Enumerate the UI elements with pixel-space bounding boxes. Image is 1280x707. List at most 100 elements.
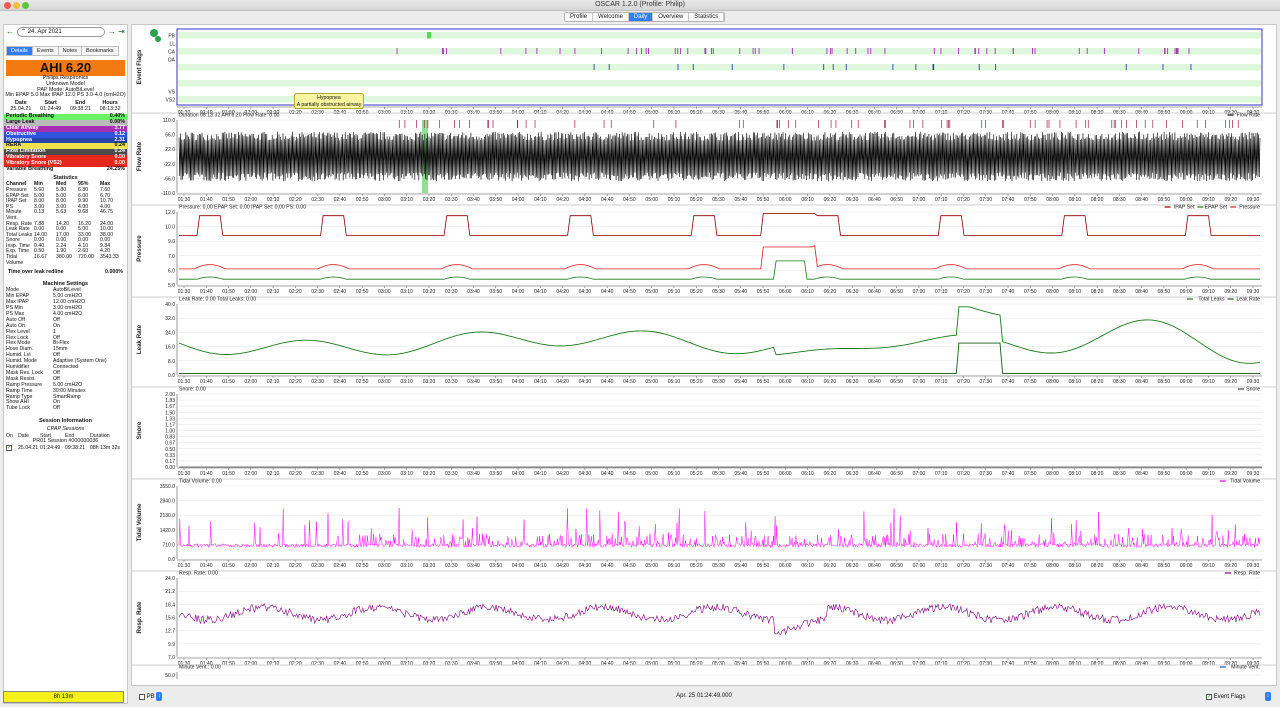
tab-notes[interactable]: Notes	[58, 46, 83, 56]
time-tick-label: 09:20	[1224, 379, 1237, 385]
time-tick-label: 08:50	[1158, 563, 1171, 569]
time-tick-label: 05:50	[757, 379, 770, 385]
chart-header: Resp. Rate: 0.00	[179, 571, 218, 577]
tab-details[interactable]: Details	[6, 46, 33, 56]
time-tick-label: 04:20	[556, 563, 569, 569]
statistics-cell: 3543.33	[100, 254, 119, 261]
tab-statistics[interactable]: Statistics	[689, 13, 725, 21]
time-tick-label: 02:30	[311, 471, 324, 477]
time-tick-label: 03:10	[400, 563, 413, 569]
time-tick-label: 08:40	[1135, 661, 1148, 667]
time-tick-label: 06:00	[779, 197, 792, 203]
time-tick-label: 07:10	[935, 197, 948, 203]
ahi-badge: AHI 6.20	[6, 60, 125, 76]
last-day-icon[interactable]: ⇥	[118, 28, 125, 36]
time-tick-label: 05:50	[757, 661, 770, 667]
time-tick-label: 03:10	[400, 197, 413, 203]
time-tick-label: 07:20	[957, 563, 970, 569]
y-tick-label: 66.0	[165, 133, 175, 139]
session-row[interactable]: ✓ 25.04.21 01:24:49 09:38:21 08h 13m 32s	[4, 444, 127, 452]
event-index-row[interactable]: Variable Breathing 24.25%	[4, 166, 127, 173]
time-tick-label: 06:20	[824, 379, 837, 385]
time-tick-label: 05:30	[712, 563, 725, 569]
time-tick-label: 08:40	[1135, 471, 1148, 477]
tab-events[interactable]: Events	[32, 46, 59, 56]
time-tick-label: 04:20	[556, 471, 569, 477]
time-tick-label: 07:10	[935, 289, 948, 295]
time-tick-label: 08:10	[1069, 379, 1082, 385]
time-tick-label: 02:00	[245, 289, 258, 295]
time-tick-label: 07:30	[979, 379, 992, 385]
time-tick-label: 04:10	[534, 471, 547, 477]
time-tick-label: 02:50	[356, 289, 369, 295]
tab-profile[interactable]: Profile	[565, 13, 594, 21]
time-tick-label: 02:20	[289, 563, 302, 569]
time-tick-label: 05:30	[712, 379, 725, 385]
time-tick-label: 09:00	[1180, 471, 1193, 477]
leak-rate-series	[179, 342, 1260, 375]
time-tick-label: 03:00	[378, 471, 391, 477]
time-tick-label: 06:30	[846, 379, 859, 385]
y-axis-title: Leak Rate	[136, 324, 143, 354]
bottom-bar: PB ↕ Apr. 25 01:24:49.000 ✓ Event Flags …	[131, 688, 1277, 705]
time-tick-label: 02:10	[267, 289, 280, 295]
time-tick-label: 04:20	[556, 661, 569, 667]
event-flags-dropdown-icon[interactable]: ↕	[1265, 692, 1271, 701]
time-tick-label: 07:00	[913, 563, 926, 569]
session-enabled-checkbox[interactable]: ✓	[6, 444, 18, 452]
time-tick-label: 04:30	[579, 661, 592, 667]
time-tick-label: 05:10	[668, 289, 681, 295]
time-tick-label: 04:50	[623, 289, 636, 295]
time-tick-label: 05:50	[757, 289, 770, 295]
time-tick-label: 02:20	[289, 661, 302, 667]
time-tick-label: 08:20	[1091, 661, 1104, 667]
time-tick-label: 04:00	[512, 563, 525, 569]
time-tick-label: 07:10	[935, 563, 948, 569]
legend-label: IPAP Set	[1174, 205, 1195, 211]
time-tick-label: 03:40	[467, 471, 480, 477]
oscar-logo-icon	[155, 36, 161, 42]
next-day-icon[interactable]: →	[108, 28, 116, 36]
date-navigation: ← ⌃ 24. Apr 2021 → ⇥	[4, 25, 127, 39]
tab-overview[interactable]: Overview	[653, 13, 690, 21]
time-tick-label: 05:00	[645, 289, 658, 295]
time-tick-label: 06:40	[868, 661, 881, 667]
graphs-svg[interactable]: PB LL CA OA VS VS2 Event Flags 01:30 01:40 01:50 0…	[132, 25, 1277, 686]
previous-day-icon[interactable]: ←	[6, 28, 14, 36]
time-tick-label: 08:00	[1046, 379, 1059, 385]
time-tick-label: 02:50	[356, 563, 369, 569]
event-flag-row	[178, 80, 1261, 87]
time-tick-label: 02:10	[267, 471, 280, 477]
time-tick-label: 06:00	[779, 471, 792, 477]
time-tick-label: 07:00	[913, 379, 926, 385]
time-tick-label: 06:30	[846, 661, 859, 667]
time-tick-label: 08:10	[1069, 563, 1082, 569]
time-tick-label: 05:10	[668, 379, 681, 385]
tab-welcome[interactable]: Welcome	[593, 13, 629, 21]
time-tick-label: 06:40	[868, 563, 881, 569]
leak-redline-label: Time over leak redline	[8, 269, 64, 276]
time-tick-label: 04:50	[623, 471, 636, 477]
time-tick-label: 05:10	[668, 471, 681, 477]
time-tick-label: 06:10	[801, 379, 814, 385]
epap-set-series	[179, 260, 1260, 280]
event-indices: Periodic Breathing 0.40% Large Leak 0.00% Cl…	[4, 114, 127, 173]
time-tick-label: 07:50	[1024, 471, 1037, 477]
time-tick-label: 09:00	[1180, 379, 1193, 385]
tab-bookmarks[interactable]: Bookmarks	[82, 46, 119, 56]
time-tick-label: 02:40	[334, 379, 347, 385]
time-tick-label: 04:20	[556, 197, 569, 203]
event-tooltip: Hypopnea A partially obstructed airway	[294, 93, 364, 109]
time-tick-label: 04:30	[579, 197, 592, 203]
event-flag-row	[178, 72, 1261, 79]
time-tick-label: 02:20	[289, 289, 302, 295]
tab-daily[interactable]: Daily	[628, 13, 654, 21]
pb-event-mark	[427, 32, 431, 39]
event-flags-select[interactable]: ✓ Event Flags ↕	[1205, 692, 1271, 701]
time-tick-label: 03:00	[378, 197, 391, 203]
time-tick-label: 07:00	[913, 197, 926, 203]
event-flags-checkbox[interactable]: ✓	[1205, 693, 1212, 700]
date-picker[interactable]: ⌃ 24. Apr 2021	[17, 27, 105, 37]
time-tick-label: 08:40	[1135, 563, 1148, 569]
time-tick-label: 08:10	[1069, 471, 1082, 477]
